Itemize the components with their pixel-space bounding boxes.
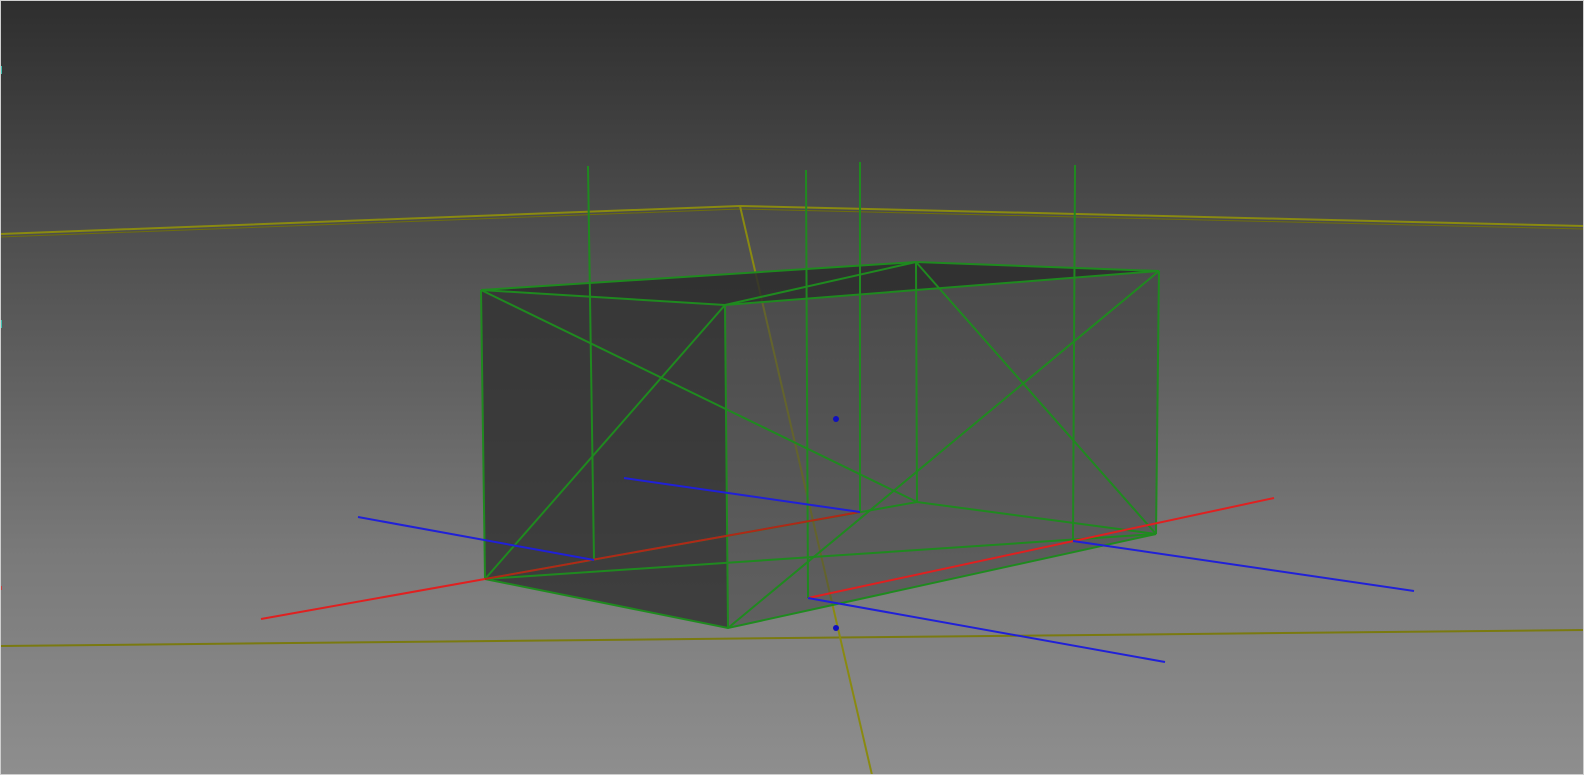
viewport-edge-marker <box>0 320 2 328</box>
pivot-marker-upper[interactable] <box>833 416 839 422</box>
near-floor-line <box>0 629 1584 647</box>
x-axis-left <box>260 578 486 620</box>
viewport-edge-marker <box>0 66 2 74</box>
scene-canvas[interactable] <box>0 0 1584 775</box>
far-horizon-line-shadow <box>0 208 1584 238</box>
viewport-edge-marker <box>0 586 2 590</box>
box-edge-back <box>915 261 918 503</box>
3d-viewport[interactable] <box>0 0 1584 775</box>
z-axis-right <box>1072 540 1415 592</box>
pivot-marker-lower[interactable] <box>833 625 839 631</box>
z-axis-front <box>807 597 1166 663</box>
